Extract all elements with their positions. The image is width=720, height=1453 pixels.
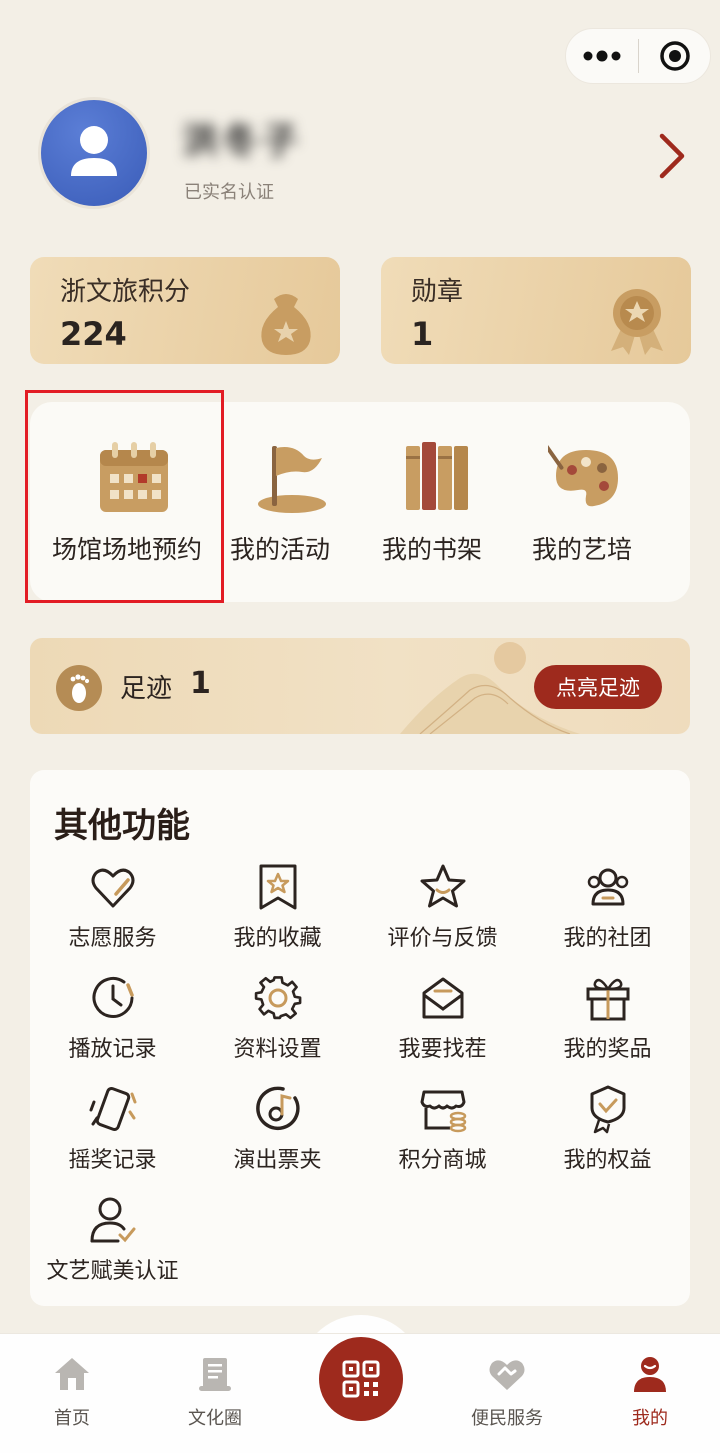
nav-home[interactable]: 首页 — [12, 1334, 132, 1453]
flag-icon — [244, 440, 328, 516]
my-prizes-label: 我的奖品 — [563, 1037, 652, 1062]
lottery-history-label: 摇奖记录 — [68, 1148, 157, 1173]
ticket-wallet-label: 演出票夹 — [233, 1148, 322, 1173]
lottery-history-item[interactable]: 摇奖记录 — [30, 1084, 195, 1184]
my-bookshelf-item[interactable]: 我的书架 — [370, 402, 510, 602]
medal-icon — [597, 279, 677, 359]
verified-status: 已实名认证 — [184, 182, 274, 203]
my-bookshelf-label: 我的书架 — [382, 535, 483, 564]
chevron-right-icon[interactable] — [652, 128, 692, 184]
calendar-icon — [96, 440, 172, 516]
other-functions-panel: 其他功能 志愿服务 我的收藏 评价与反馈 我的社团 播放记录 资料设置 我要找茬… — [30, 770, 690, 1306]
group-icon — [583, 862, 633, 912]
nav-mine-label: 我的 — [632, 1408, 668, 1429]
my-favorites-label: 我的收藏 — [233, 926, 322, 951]
profile-icon — [630, 1354, 670, 1394]
bug-report-label: 我要找茬 — [398, 1037, 487, 1062]
my-prizes-item[interactable]: 我的奖品 — [525, 973, 690, 1073]
my-art-training-item[interactable]: 我的艺培 — [520, 402, 660, 602]
footprint-icon — [56, 665, 102, 711]
shake-phone-icon — [88, 1084, 138, 1134]
nav-services-label: 便民服务 — [471, 1408, 543, 1429]
other-functions-title: 其他功能 — [54, 806, 190, 846]
nav-mine[interactable]: 我的 — [590, 1334, 710, 1453]
clock-icon — [88, 973, 138, 1023]
nav-services[interactable]: 便民服务 — [447, 1334, 567, 1453]
mini-program-capsule — [565, 28, 711, 84]
venue-booking-label: 场馆场地预约 — [52, 535, 203, 564]
medal-label: 勋章 — [411, 277, 464, 307]
medal-card[interactable]: 勋章 1 — [381, 257, 691, 364]
scroll-icon — [195, 1354, 235, 1394]
light-footprint-button[interactable]: 点亮足迹 — [534, 665, 662, 709]
nav-home-label: 首页 — [54, 1408, 90, 1429]
badge-icon — [583, 1084, 633, 1134]
more-dots-icon[interactable] — [566, 29, 638, 83]
store-icon — [418, 1084, 468, 1134]
palette-icon — [544, 440, 624, 516]
my-club-item[interactable]: 我的社团 — [525, 862, 690, 962]
money-bag-icon — [246, 279, 326, 359]
profile-settings-label: 资料设置 — [233, 1037, 322, 1062]
mail-icon — [418, 973, 468, 1023]
my-favorites-item[interactable]: 我的收藏 — [195, 862, 360, 962]
my-activities-label: 我的活动 — [230, 535, 331, 564]
qr-code-icon — [342, 1360, 380, 1398]
footprint-banner: 足迹 1 点亮足迹 — [30, 638, 690, 734]
user-check-icon — [88, 1195, 138, 1245]
points-mall-label: 积分商城 — [398, 1148, 487, 1173]
target-circle-icon[interactable] — [639, 29, 710, 83]
play-history-item[interactable]: 播放记录 — [30, 973, 195, 1073]
volunteer-service-label: 志愿服务 — [68, 926, 157, 951]
my-benefits-item[interactable]: 我的权益 — [525, 1084, 690, 1184]
home-icon — [52, 1354, 92, 1394]
books-icon — [400, 440, 476, 516]
nav-culture-circle[interactable]: 文化圈 — [155, 1334, 275, 1453]
ticket-wallet-item[interactable]: 演出票夹 — [195, 1084, 360, 1184]
medal-value: 1 — [411, 315, 434, 353]
profile-settings-item[interactable]: 资料设置 — [195, 973, 360, 1073]
handshake-icon — [487, 1354, 527, 1394]
star-icon — [418, 862, 468, 912]
points-mall-item[interactable]: 积分商城 — [360, 1084, 525, 1184]
my-activities-item[interactable]: 我的活动 — [230, 402, 340, 602]
play-history-label: 播放记录 — [68, 1037, 157, 1062]
gift-icon — [583, 973, 633, 1023]
art-certification-label: 文艺赋美认证 — [46, 1259, 179, 1284]
my-club-label: 我的社团 — [563, 926, 652, 951]
points-value: 224 — [60, 315, 127, 353]
qr-scan-button[interactable] — [319, 1337, 403, 1421]
footprint-label: 足迹 — [120, 674, 173, 704]
bookmark-star-icon — [253, 862, 303, 912]
venue-booking-item[interactable]: 场馆场地预约 — [30, 402, 230, 602]
nav-culture-circle-label: 文化圈 — [188, 1408, 242, 1429]
user-name: 洪冬子 — [182, 121, 303, 162]
quick-actions-panel: 场馆场地预约 我的活动 我的书架 我的艺培 — [30, 402, 690, 602]
music-note-icon — [253, 1084, 303, 1134]
my-benefits-label: 我的权益 — [563, 1148, 652, 1173]
heart-icon — [88, 862, 138, 912]
gear-icon — [253, 973, 303, 1023]
footprint-count: 1 — [190, 666, 211, 701]
my-art-training-label: 我的艺培 — [532, 535, 633, 564]
avatar[interactable] — [38, 97, 150, 209]
review-feedback-label: 评价与反馈 — [387, 926, 498, 951]
points-label: 浙文旅积分 — [60, 277, 191, 307]
bug-report-item[interactable]: 我要找茬 — [360, 973, 525, 1073]
art-certification-item[interactable]: 文艺赋美认证 — [30, 1195, 195, 1295]
volunteer-service-item[interactable]: 志愿服务 — [30, 862, 195, 962]
review-feedback-item[interactable]: 评价与反馈 — [360, 862, 525, 962]
points-card[interactable]: 浙文旅积分 224 — [30, 257, 340, 364]
